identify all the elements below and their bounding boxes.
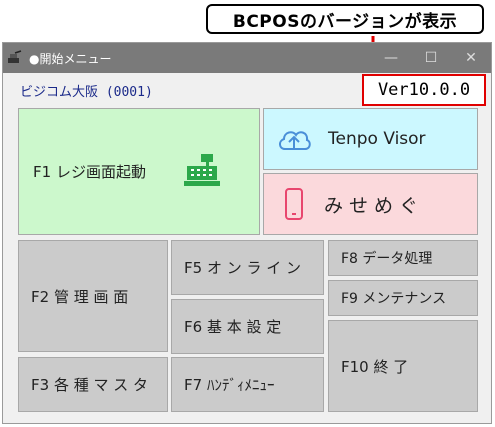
f10-label: F10 終 了 [341, 357, 409, 376]
app-icon [8, 50, 22, 63]
f7-label: F7 ﾊﾝﾃﾞｨﾒﾆｭｰ [184, 376, 275, 394]
f5-label: F5 オ ン ラ イ ン [184, 259, 302, 277]
f2-label: F2 管 理 画 面 [31, 287, 129, 306]
f9-label: F9 メンテナンス [341, 291, 447, 307]
f2-admin-button[interactable]: F2 管 理 画 面 [18, 240, 168, 352]
f6-label: F6 基 本 設 定 [184, 318, 282, 336]
start-menu-window: ●開始メニュー — ☐ ✕ ビジコム大阪 (0001) Ver10.0.0 F1… [2, 42, 492, 424]
f10-exit-button[interactable]: F10 終 了 [328, 320, 478, 412]
misemegu-button[interactable]: みせめぐ [263, 173, 478, 235]
maximize-button[interactable]: ☐ [411, 43, 451, 73]
tenpo-label: Tenpo Visor [328, 129, 426, 149]
title-bar[interactable]: ●開始メニュー — ☐ ✕ [3, 43, 491, 73]
cloud-upload-icon [279, 131, 311, 150]
close-button[interactable]: ✕ [451, 43, 491, 73]
annotation-callout: BCPOSのバージョンが表示 [206, 4, 484, 34]
window-title: ●開始メニュー [29, 51, 112, 66]
f8-label: F8 データ処理 [341, 251, 433, 267]
f5-online-button[interactable]: F5 オ ン ラ イ ン [171, 240, 324, 295]
f8-data-processing-button[interactable]: F8 データ処理 [328, 240, 478, 276]
f3-label: F3 各 種 マ ス タ [31, 376, 149, 394]
tenpo-visor-button[interactable]: Tenpo Visor [263, 108, 478, 170]
f3-master-button[interactable]: F3 各 種 マ ス タ [18, 357, 168, 412]
f1-label: F1 レジ画面起動 [33, 163, 146, 181]
f9-maintenance-button[interactable]: F9 メンテナンス [328, 280, 478, 316]
minimize-button[interactable]: — [371, 43, 411, 73]
minimize-icon: — [384, 50, 398, 66]
misemegu-label: みせめぐ [324, 194, 425, 217]
f1-register-button[interactable]: F1 レジ画面起動 [18, 108, 260, 235]
f7-handy-menu-button[interactable]: F7 ﾊﾝﾃﾞｨﾒﾆｭｰ [171, 357, 324, 412]
version-label: Ver10.0.0 [377, 80, 471, 100]
cash-register-icon [184, 154, 220, 186]
callout-text: BCPOSのバージョンが表示 [232, 11, 458, 32]
maximize-icon: ☐ [424, 50, 438, 66]
version-display: Ver10.0.0 [362, 74, 486, 106]
smartphone-icon [285, 188, 303, 220]
company-label: ビジコム大阪 (0001) [20, 85, 153, 100]
close-icon: ✕ [465, 50, 477, 66]
f6-settings-button[interactable]: F6 基 本 設 定 [171, 299, 324, 354]
